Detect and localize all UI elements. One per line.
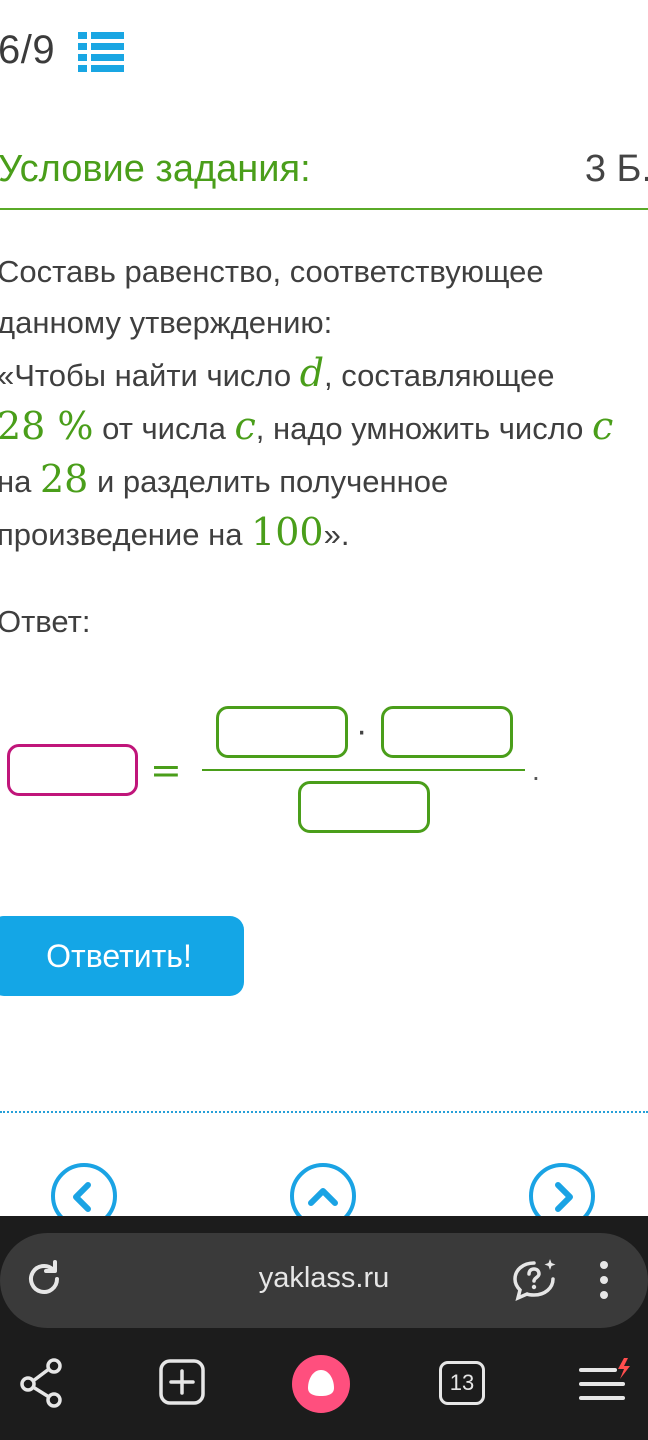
chevron-right-icon <box>555 1182 573 1212</box>
dotted-divider <box>0 1111 648 1113</box>
fraction-bar <box>202 769 525 771</box>
assistant-icon[interactable] <box>510 1257 560 1308</box>
answer-input-denominator[interactable] <box>298 781 430 833</box>
statement-text: ». <box>323 517 350 552</box>
variable-c: c <box>234 404 256 448</box>
more-menu-icon[interactable] <box>592 1259 616 1306</box>
statement-line: Составь равенство, соответствующее данно… <box>0 254 544 340</box>
statement-text: , надо умножить число <box>255 411 593 446</box>
alice-icon <box>308 1370 334 1396</box>
share-icon[interactable] <box>18 1356 66 1413</box>
answer-input-numerator-1[interactable] <box>216 706 348 758</box>
statement-text: произведение на <box>0 517 252 552</box>
statement-text: от числа <box>93 411 235 446</box>
reload-icon[interactable] <box>22 1257 66 1306</box>
number-100: 100 <box>251 510 324 554</box>
variable-c: c <box>592 404 614 448</box>
equals-sign: = <box>150 748 182 792</box>
section-divider <box>0 208 648 210</box>
percent-value: 28 % <box>0 404 94 448</box>
submit-answer-button[interactable]: Ответить! <box>0 916 244 996</box>
answer-input-numerator-2[interactable] <box>381 706 513 758</box>
statement-text: , составляющее <box>324 358 555 393</box>
points-label: 3 Б. <box>584 148 648 190</box>
multiply-dot: · <box>356 712 368 750</box>
period: . <box>532 755 540 786</box>
variable-d: d <box>299 351 325 395</box>
number-28: 28 <box>39 457 89 501</box>
statement-text: на <box>0 464 40 499</box>
home-button[interactable] <box>292 1355 350 1413</box>
tabs-button[interactable]: 13 <box>439 1361 485 1405</box>
task-counter: 6/9 <box>0 28 56 72</box>
task-statement: Составь равенство, соответствующее данно… <box>0 246 637 560</box>
chevron-up-icon <box>308 1188 338 1206</box>
new-tab-icon[interactable] <box>157 1356 207 1413</box>
answer-input-left[interactable] <box>7 744 138 796</box>
statement-text: и разделить полученное <box>88 464 449 499</box>
list-icon[interactable] <box>78 30 126 74</box>
statement-text: «Чтобы найти число <box>0 358 300 393</box>
answer-label: Ответ: <box>0 604 91 639</box>
hamburger-menu-icon[interactable] <box>577 1356 633 1413</box>
chevron-left-icon <box>73 1182 91 1212</box>
condition-title: Условие задания: <box>0 148 311 190</box>
